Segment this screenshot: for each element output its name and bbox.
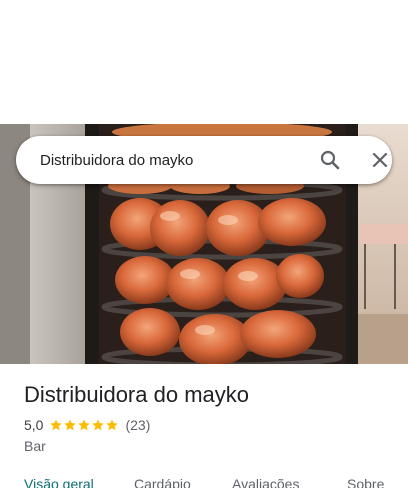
reviews-count[interactable]: (23) [125, 417, 150, 433]
close-icon[interactable] [368, 148, 392, 172]
star-icon [50, 419, 63, 431]
tab-overview[interactable]: Visão geral [24, 476, 94, 488]
tab-reviews[interactable]: Avaliações [232, 476, 299, 488]
search-icon[interactable] [318, 148, 342, 172]
star-icon [92, 419, 105, 431]
search-bar[interactable] [16, 136, 392, 184]
place-tabs: Visão geral Cardápio Avaliações Sobre [0, 476, 408, 488]
star-icon [106, 419, 119, 431]
star-icon [78, 419, 91, 431]
tab-about[interactable]: Sobre [347, 476, 384, 488]
star-icon [64, 419, 77, 431]
place-title: Distribuidora do mayko [24, 382, 249, 407]
tab-menu[interactable]: Cardápio [134, 476, 191, 488]
rating-value: 5,0 [24, 417, 44, 433]
search-input[interactable] [40, 145, 290, 175]
place-info-panel: Distribuidora do mayko 5,0 (23) Bar Visã… [0, 364, 408, 488]
rating-row[interactable]: 5,0 (23) [24, 417, 150, 433]
star-rating [49, 418, 119, 432]
place-category[interactable]: Bar [24, 438, 46, 454]
map-blank-area [0, 0, 408, 124]
